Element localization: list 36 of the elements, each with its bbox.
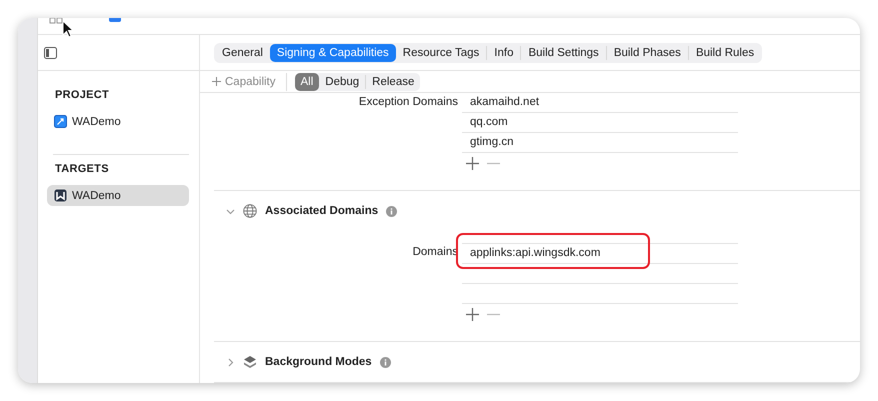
- chevron-down-icon[interactable]: [226, 206, 235, 216]
- section-heading: PROJECT: [54, 89, 110, 101]
- info-icon[interactable]: [386, 206, 398, 216]
- capability-title: Background Modes: [265, 356, 372, 368]
- layers-icon: [243, 355, 257, 369]
- configuration-option[interactable]: Release: [366, 72, 420, 90]
- sidebar-item[interactable]: WADemo: [47, 111, 189, 132]
- plus-icon: [212, 77, 221, 86]
- configuration-option[interactable]: Debug: [319, 72, 366, 90]
- tab[interactable]: Build Phases: [606, 44, 688, 62]
- info-icon[interactable]: [380, 356, 391, 368]
- configuration-option[interactable]: All: [294, 72, 320, 90]
- tab[interactable]: General: [215, 44, 270, 62]
- list-row[interactable]: qq.com: [462, 113, 738, 133]
- sidebar-item[interactable]: WADemo: [47, 185, 189, 206]
- tab[interactable]: Info: [487, 44, 520, 62]
- sidebar-toggle-icon[interactable]: [44, 46, 57, 58]
- chevron-right-icon[interactable]: [226, 358, 235, 366]
- tab[interactable]: Build Rules: [688, 44, 762, 62]
- add-capability-button[interactable]: Capability: [210, 74, 278, 90]
- section-heading: TARGETS: [54, 163, 110, 175]
- project-file-icon: [54, 115, 67, 128]
- list-row[interactable]: applinks:api.wingsdk.com: [462, 243, 738, 264]
- tab[interactable]: Resource Tags: [396, 44, 486, 62]
- tab[interactable]: Signing & Capabilities: [270, 44, 396, 62]
- field-label: Domains: [412, 245, 459, 260]
- add-icon[interactable]: [466, 157, 479, 170]
- field-label: Exception Domains: [358, 95, 459, 110]
- app-target-icon: [54, 189, 67, 202]
- list-row[interactable]: akamaihd.net: [462, 93, 738, 113]
- list-row[interactable]: gtimg.cn: [462, 133, 738, 153]
- grid-icon[interactable]: [49, 18, 63, 24]
- tab[interactable]: Build Settings: [521, 44, 606, 62]
- globe-icon: [243, 204, 257, 218]
- capability-title: Associated Domains: [265, 205, 378, 217]
- add-icon[interactable]: [466, 308, 479, 321]
